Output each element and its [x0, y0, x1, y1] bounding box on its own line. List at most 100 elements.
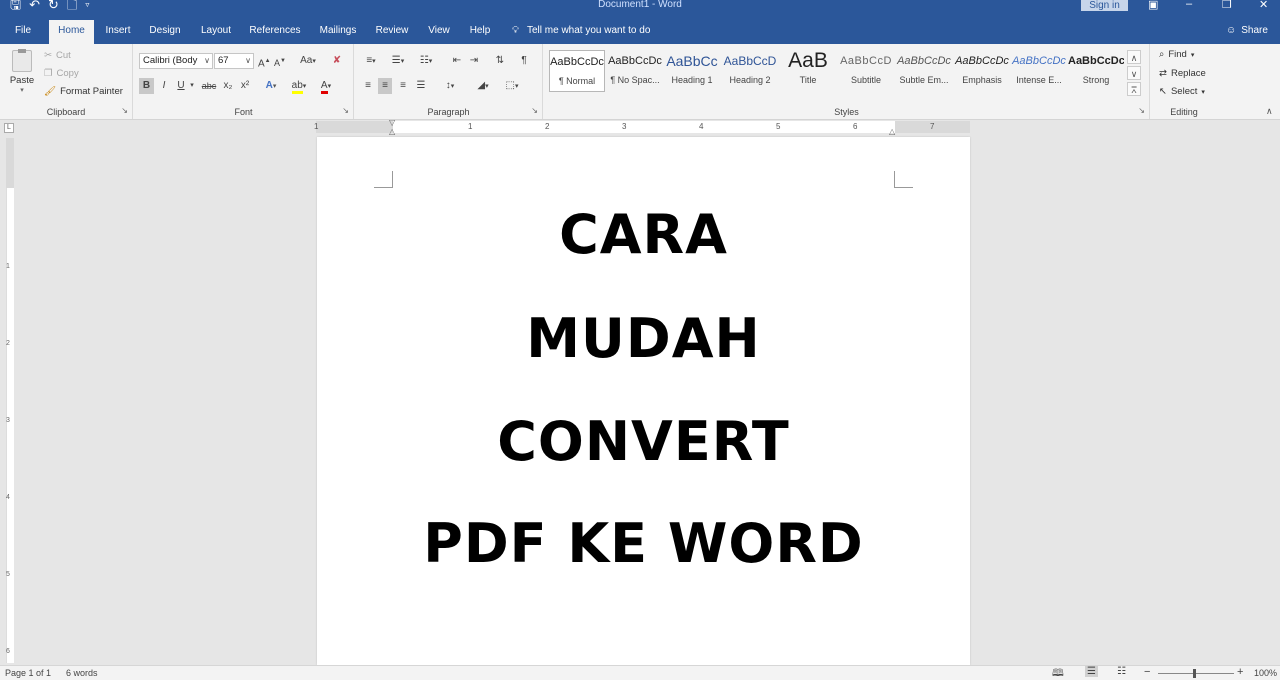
- minimize-icon[interactable]: –: [1186, 0, 1192, 10]
- restore-icon[interactable]: ❐: [1222, 0, 1232, 11]
- print-layout-icon[interactable]: ☰: [1085, 666, 1098, 677]
- align-right-icon[interactable]: ≡: [396, 78, 410, 94]
- document-line-1[interactable]: CARA: [317, 205, 970, 265]
- font-size-box[interactable]: 67 ∨: [214, 53, 254, 69]
- tab-review[interactable]: Review: [372, 20, 412, 44]
- highlight-button[interactable]: ab▾: [288, 78, 310, 95]
- tell-me-box[interactable]: 💡︎ Tell me what you want to do: [512, 25, 650, 36]
- copy-button[interactable]: ❐ Copy: [44, 68, 79, 79]
- read-mode-icon[interactable]: 🕮︎: [1052, 666, 1064, 680]
- select-button[interactable]: ↖ Select ▾: [1159, 86, 1205, 97]
- bold-button[interactable]: B: [139, 78, 154, 94]
- sign-in-button[interactable]: Sign in: [1081, 0, 1128, 11]
- zoom-in-icon[interactable]: +: [1237, 666, 1243, 678]
- grow-font-icon: A: [258, 58, 265, 70]
- tab-insert[interactable]: Insert: [100, 20, 136, 44]
- style-normal[interactable]: AaBbCcDc ¶ Normal: [549, 50, 605, 92]
- page-count[interactable]: Page 1 of 1: [5, 668, 51, 678]
- style-name: Subtitle: [850, 75, 882, 85]
- superscript-button[interactable]: x²: [238, 78, 252, 94]
- tell-me-text: Tell me what you want to do: [527, 25, 651, 36]
- cursor-icon: ↖: [1159, 86, 1167, 97]
- gallery-more-icon[interactable]: ⩞: [1127, 82, 1141, 96]
- style-subtitle[interactable]: AaBbCcD Subtitle: [838, 50, 894, 92]
- clear-formatting-icon[interactable]: ✘: [330, 53, 344, 69]
- tab-selector-icon[interactable]: L: [4, 123, 14, 133]
- text-effects-button[interactable]: A▾: [262, 78, 280, 95]
- show-marks-button[interactable]: ¶: [517, 53, 531, 69]
- style-no-spacing[interactable]: AaBbCcDc ¶ No Spac...: [607, 50, 663, 92]
- justify-icon[interactable]: ☰: [414, 78, 428, 94]
- strikethrough-button[interactable]: abc: [200, 78, 218, 94]
- vertical-ruler[interactable]: [6, 138, 14, 663]
- gallery-scroll-up-icon[interactable]: ∧: [1127, 50, 1141, 64]
- tab-home[interactable]: Home: [49, 20, 94, 44]
- font-color-button[interactable]: A▾: [316, 78, 336, 95]
- first-line-indent-marker-icon[interactable]: ▽: [389, 118, 395, 127]
- line-spacing-icon[interactable]: ↕▾: [439, 78, 461, 95]
- style-strong[interactable]: AaBbCcDc Strong: [1068, 50, 1124, 92]
- tab-references[interactable]: References: [247, 20, 303, 44]
- numbering-icon[interactable]: ☰▾: [388, 53, 408, 70]
- underline-dropdown-icon[interactable]: ▾: [188, 78, 196, 94]
- status-bar: Page 1 of 1 6 words 🕮︎ ☰ ☷ − + 100%: [0, 665, 1280, 680]
- vertical-ruler-margin: [6, 138, 14, 188]
- ribbon-display-icon[interactable]: ▣: [1148, 0, 1158, 11]
- style-subtle-emphasis[interactable]: AaBbCcDc Subtle Em...: [896, 50, 952, 92]
- style-heading-1[interactable]: AaBbCc Heading 1: [664, 50, 720, 92]
- zoom-level[interactable]: 100%: [1254, 668, 1277, 678]
- style-intense-emphasis[interactable]: AaBbCcDc Intense E...: [1011, 50, 1067, 92]
- shrink-font-button[interactable]: A▼: [274, 53, 286, 71]
- chevron-down-icon[interactable]: ∨: [204, 54, 210, 68]
- paste-dropdown-icon[interactable]: ▾: [8, 86, 36, 94]
- web-layout-icon[interactable]: ☷: [1117, 666, 1126, 677]
- zoom-slider-thumb[interactable]: [1193, 669, 1196, 678]
- align-left-icon[interactable]: ≡: [361, 78, 375, 94]
- close-icon[interactable]: ✕: [1259, 0, 1268, 11]
- styles-launcher-icon[interactable]: ↘: [1138, 106, 1145, 115]
- clipboard-launcher-icon[interactable]: ↘: [121, 106, 128, 115]
- share-button[interactable]: ☺ Share: [1226, 25, 1268, 36]
- decrease-indent-icon[interactable]: ⇤: [450, 53, 464, 69]
- grow-font-button[interactable]: A▲: [258, 53, 271, 72]
- paste-button[interactable]: Paste ▾: [8, 49, 36, 98]
- font-launcher-icon[interactable]: ↘: [342, 106, 349, 115]
- underline-button[interactable]: U: [174, 78, 188, 94]
- zoom-out-icon[interactable]: −: [1144, 666, 1150, 678]
- tab-mailings[interactable]: Mailings: [314, 20, 362, 44]
- borders-icon[interactable]: ⬚▾: [501, 78, 523, 95]
- replace-button[interactable]: ⇄ Replace: [1159, 68, 1206, 79]
- gallery-scroll-down-icon[interactable]: ∨: [1127, 66, 1141, 80]
- format-painter-button[interactable]: 🖌︎ Format Painter: [44, 86, 123, 97]
- chevron-down-icon[interactable]: ∨: [245, 54, 251, 68]
- paragraph-launcher-icon[interactable]: ↘: [531, 106, 538, 115]
- multilevel-list-icon[interactable]: ☷▾: [415, 53, 437, 70]
- tab-design[interactable]: Design: [145, 20, 185, 44]
- align-center-icon[interactable]: ≡: [378, 78, 392, 94]
- tab-help[interactable]: Help: [465, 20, 495, 44]
- document-line-4[interactable]: PDF KE WORD: [317, 514, 970, 574]
- bullets-icon[interactable]: ≡▾: [361, 53, 381, 70]
- right-indent-marker-icon[interactable]: △: [889, 127, 895, 136]
- tab-view[interactable]: View: [424, 20, 454, 44]
- style-heading-2[interactable]: AaBbCcD Heading 2: [722, 50, 778, 92]
- subscript-button[interactable]: x₂: [221, 78, 235, 94]
- collapse-ribbon-icon[interactable]: ∧: [1266, 106, 1273, 117]
- italic-button[interactable]: I: [157, 78, 171, 94]
- document-line-3[interactable]: CONVERT: [317, 412, 970, 472]
- increase-indent-icon[interactable]: ⇥: [467, 53, 481, 69]
- hanging-indent-marker-icon[interactable]: △: [389, 127, 395, 136]
- style-title[interactable]: AaB Title: [780, 50, 836, 92]
- tab-file[interactable]: File: [8, 20, 38, 44]
- word-count[interactable]: 6 words: [66, 668, 98, 678]
- shading-icon[interactable]: ◢▾: [472, 78, 494, 95]
- zoom-slider[interactable]: [1158, 673, 1234, 674]
- find-button[interactable]: ⌕ Find ▾: [1159, 49, 1194, 60]
- cut-button[interactable]: ✂ Cut: [44, 50, 71, 61]
- tab-layout[interactable]: Layout: [196, 20, 236, 44]
- font-name-box[interactable]: Calibri (Body ∨: [139, 53, 213, 69]
- style-emphasis[interactable]: AaBbCcDc Emphasis: [954, 50, 1010, 92]
- sort-icon[interactable]: ⇅: [493, 53, 507, 69]
- change-case-button[interactable]: Aa▾: [297, 53, 319, 70]
- document-line-2[interactable]: MUDAH: [317, 309, 970, 369]
